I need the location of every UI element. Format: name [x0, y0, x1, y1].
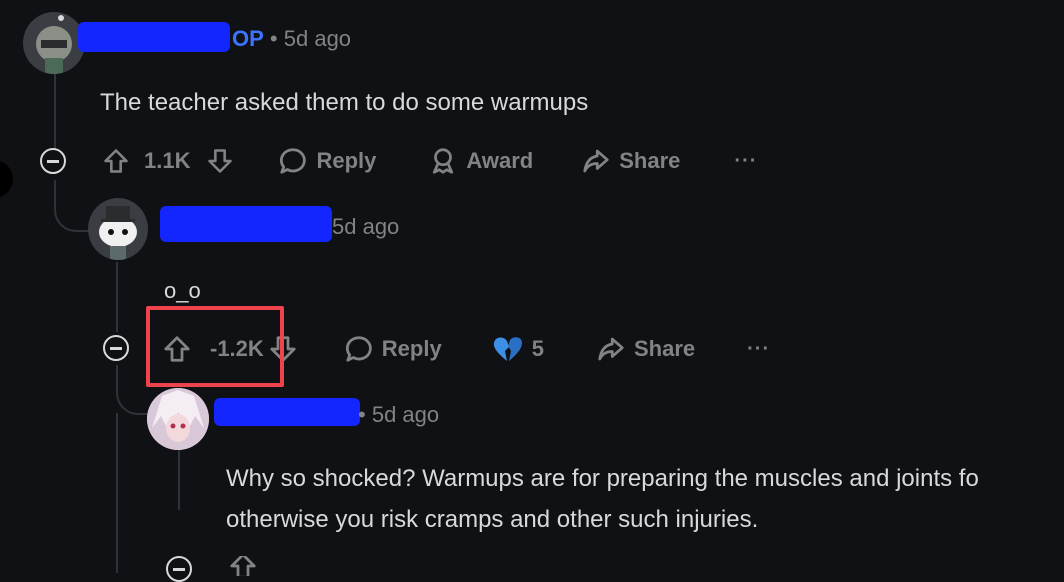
vote-count: 1.1K — [144, 148, 191, 173]
comment-meta: OP • 5d ago — [232, 26, 352, 51]
more-options-button[interactable]: ··· — [734, 150, 757, 173]
downvote-button[interactable] — [206, 147, 234, 175]
reply-label: Reply — [381, 336, 442, 361]
comment-actions — [228, 556, 258, 576]
snoo-avatar-icon — [36, 15, 72, 74]
comment-meta: • 5d ago — [358, 402, 440, 427]
award-icon — [433, 148, 454, 174]
anime-avatar-icon — [147, 388, 209, 450]
award-count: 5 — [531, 336, 544, 361]
collapse-button[interactable] — [103, 335, 129, 361]
comment-text: The teacher asked them to do some warmup… — [100, 89, 589, 116]
reply-button[interactable]: Reply — [344, 334, 442, 364]
share-label: Share — [633, 336, 696, 361]
share-label: Share — [619, 148, 681, 173]
thread-connector — [116, 365, 150, 415]
username-redacted[interactable] — [214, 398, 360, 426]
op-badge: OP — [232, 26, 264, 51]
username-redacted[interactable] — [78, 22, 230, 52]
avatar[interactable] — [23, 12, 85, 74]
comment-text-line: Why so shocked? Warmups are for preparin… — [226, 465, 979, 492]
share-icon — [583, 149, 609, 173]
more-options-button[interactable]: ··· — [747, 338, 770, 361]
timestamp: 5d ago — [332, 214, 400, 239]
thread-line — [178, 450, 180, 510]
award-label: Award — [466, 148, 534, 173]
collapse-button[interactable] — [40, 148, 66, 174]
share-button[interactable]: Share — [596, 334, 695, 364]
thread-line — [116, 413, 118, 573]
username-redacted[interactable] — [160, 206, 332, 242]
vote-highlight-box — [146, 306, 284, 387]
comment-bubble-icon — [280, 148, 307, 174]
broken-heart-icon — [493, 337, 522, 361]
thread-line — [116, 262, 118, 332]
upvote-icon[interactable] — [228, 556, 258, 576]
avatar[interactable] — [88, 198, 148, 260]
comment-text: o_o — [164, 278, 201, 303]
upvote-icon — [104, 149, 128, 173]
comment-text-line: otherwise you risk cramps and other such… — [226, 506, 759, 533]
upvote-button[interactable] — [102, 147, 130, 175]
reply-button[interactable]: Reply — [278, 146, 376, 176]
timestamp: 5d ago — [371, 402, 440, 427]
award-button[interactable]: 5 — [492, 335, 544, 363]
reply-label: Reply — [316, 148, 377, 173]
share-button[interactable]: Share — [581, 146, 680, 176]
comment-bubble-icon — [345, 336, 372, 362]
avatar[interactable] — [147, 388, 209, 450]
thread-line — [54, 70, 56, 150]
snoo-avatar-icon — [99, 206, 137, 260]
award-button[interactable]: Award — [428, 146, 533, 176]
scroll-button[interactable] — [0, 160, 13, 198]
comment-actions: 1.1K Reply Award Share ··· — [102, 144, 757, 178]
collapse-button[interactable] — [166, 556, 192, 582]
share-icon — [598, 337, 624, 361]
timestamp: 5d ago — [283, 26, 352, 51]
downvote-icon — [208, 149, 233, 173]
